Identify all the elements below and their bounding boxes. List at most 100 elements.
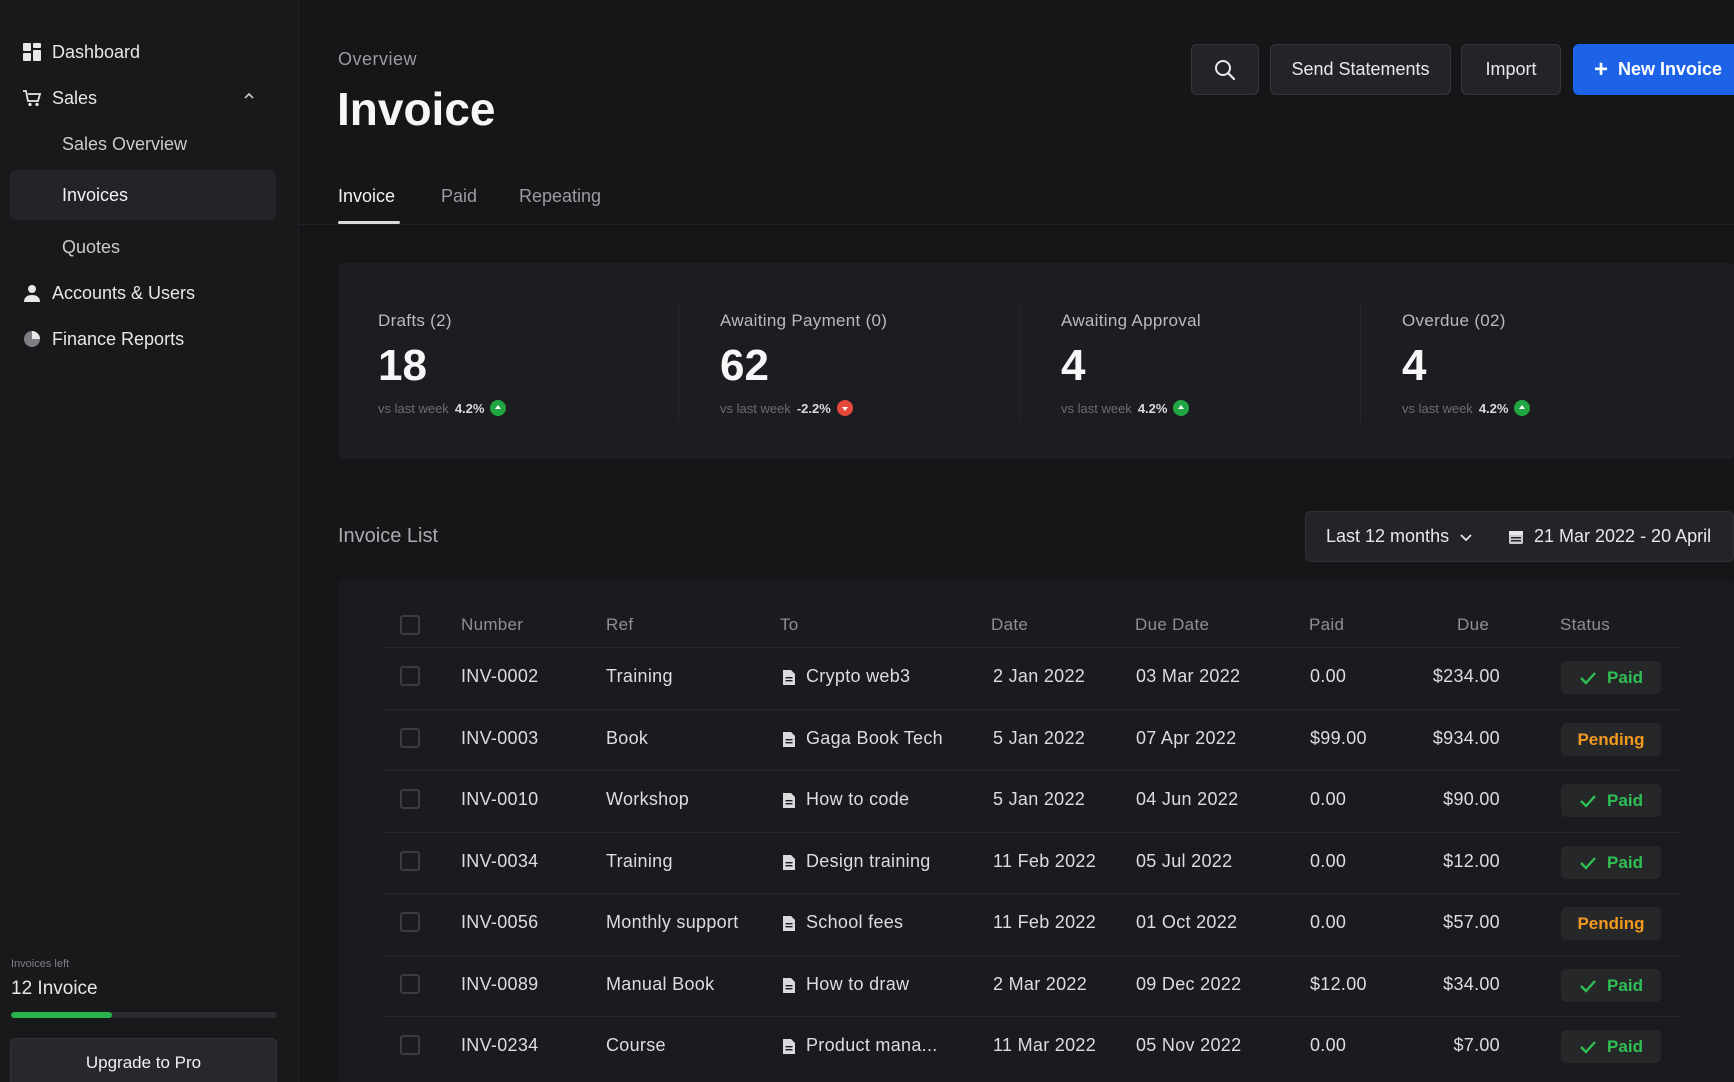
tab-repeating[interactable]: Repeating (519, 186, 601, 207)
status-badge: Paid (1561, 969, 1661, 1002)
invoice-number[interactable]: INV-0010 (461, 789, 538, 810)
search-button[interactable] (1191, 44, 1259, 95)
stat-trend-caption: vs last week (1061, 400, 1132, 416)
invoice-paid-amount: 0.00 (1310, 1035, 1347, 1055)
status-badge: Paid (1561, 784, 1661, 817)
new-invoice-button[interactable]: + New Invoice (1573, 44, 1734, 95)
import-button[interactable]: Import (1461, 44, 1561, 95)
invoice-due-date: 05 Jul 2022 (1136, 851, 1233, 871)
invoice-due-date: 03 Mar 2022 (1136, 666, 1241, 686)
check-icon (1580, 794, 1596, 808)
sidebar-item-label: Sales Overview (62, 133, 188, 154)
status-badge: Pending (1561, 907, 1661, 940)
sidebar-item-sales-overview[interactable]: Sales Overview (10, 119, 276, 169)
period-select[interactable]: Last 12 months (1326, 526, 1473, 547)
tab-paid[interactable]: Paid (441, 186, 477, 207)
sidebar-item-quotes[interactable]: Quotes (10, 222, 276, 272)
invoice-to-label: School fees (806, 912, 904, 932)
invoice-date: 2 Jan 2022 (993, 666, 1086, 686)
sidebar-item-label: Sales (52, 87, 98, 108)
invoice-number[interactable]: INV-0003 (461, 728, 538, 749)
trend-up-icon (490, 400, 507, 416)
invoice-due-date: 01 Oct 2022 (1136, 912, 1238, 932)
column-header-due-date[interactable]: Due Date (1135, 615, 1209, 635)
page-title: Invoice (337, 83, 496, 135)
status-badge-label: Paid (1607, 1036, 1643, 1056)
stat-value: 62 (720, 341, 769, 390)
row-checkbox[interactable] (400, 666, 420, 686)
invoice-ref: Course (606, 1035, 666, 1055)
plus-icon: + (1594, 55, 1609, 83)
trend-up-icon (1514, 400, 1531, 416)
invoice-due-amount: $57.00 (1443, 912, 1500, 932)
stat-trend: vs last week -2.2% (720, 400, 853, 416)
invoice-ref: Training (606, 666, 673, 686)
document-icon (783, 669, 795, 685)
send-statements-button[interactable]: Send Statements (1270, 44, 1451, 95)
sidebar-item-label: Quotes (62, 236, 121, 257)
column-header-status[interactable]: Status (1560, 615, 1610, 635)
sidebar-item-finance-reports[interactable]: Finance Reports (0, 316, 299, 362)
stat-trend: vs last week 4.2% (1402, 400, 1531, 416)
stat-trend-caption: vs last week (378, 400, 449, 416)
stat-label: Awaiting Payment (0) (720, 311, 888, 330)
stat-trend-caption: vs last week (1402, 400, 1473, 416)
new-invoice-label: New Invoice (1618, 59, 1723, 79)
column-header-paid[interactable]: Paid (1309, 615, 1344, 635)
row-checkbox[interactable] (400, 1035, 420, 1055)
row-checkbox[interactable] (400, 789, 420, 809)
column-header-ref[interactable]: Ref (606, 615, 633, 635)
invoice-number[interactable]: INV-0089 (461, 974, 538, 995)
trend-down-icon (836, 400, 853, 416)
column-header-date[interactable]: Date (991, 615, 1028, 635)
column-header-number[interactable]: Number (461, 615, 523, 635)
invoice-paid-amount: 0.00 (1310, 851, 1347, 871)
sidebar-item-label: Invoices (62, 184, 129, 205)
stat-divider (1019, 303, 1020, 423)
sidebar: Dashboard Sales Sales Overview Invoices … (0, 0, 299, 1082)
stat-value: 4 (1402, 341, 1427, 390)
stat-trend-percent: -2.2% (796, 400, 831, 416)
row-checkbox[interactable] (400, 851, 420, 871)
stat-trend-percent: 4.2% (454, 400, 485, 416)
stat-trend: vs last week 4.2% (1061, 400, 1190, 416)
invoice-number[interactable]: INV-0002 (461, 666, 538, 687)
status-badge: Paid (1561, 846, 1661, 879)
invoice-to: How to code (782, 789, 909, 810)
date-range-picker[interactable]: 21 Mar 2022 - 20 April (1508, 526, 1711, 547)
stats-panel: Drafts (2) 18 vs last week 4.2% Awaiting… (338, 263, 1734, 459)
sidebar-item-sales[interactable]: Sales (0, 75, 299, 121)
invoice-number[interactable]: INV-0056 (461, 912, 538, 933)
invoice-list-title: Invoice List (338, 525, 439, 547)
invoice-due-amount: $7.00 (1453, 1035, 1500, 1055)
sidebar-item-dashboard[interactable]: Dashboard (0, 29, 299, 75)
stat-value: 4 (1061, 341, 1086, 390)
sidebar-item-accounts-users[interactable]: Accounts & Users (0, 270, 299, 316)
sidebar-item-invoices[interactable]: Invoices (10, 170, 276, 220)
row-checkbox[interactable] (400, 728, 420, 748)
breadcrumb[interactable]: Overview (338, 49, 417, 70)
status-badge-label: Paid (1607, 852, 1643, 872)
invoice-ref: Book (606, 728, 649, 748)
stat-trend-percent: 4.2% (1137, 400, 1168, 416)
invoice-due-amount: $34.00 (1443, 974, 1500, 994)
invoice-date: 5 Jan 2022 (993, 728, 1086, 748)
invoice-number[interactable]: INV-0034 (461, 851, 538, 872)
column-header-due[interactable]: Due (1457, 615, 1489, 635)
row-checkbox[interactable] (400, 974, 420, 994)
invoice-paid-amount: 0.00 (1310, 666, 1347, 686)
row-checkbox[interactable] (400, 912, 420, 932)
invoice-paid-amount: 0.00 (1310, 912, 1347, 932)
status-badge-label: Paid (1607, 975, 1643, 995)
column-header-to[interactable]: To (780, 615, 799, 635)
invoice-number[interactable]: INV-0234 (461, 1035, 538, 1056)
tab-invoice[interactable]: Invoice (338, 186, 395, 207)
invoice-date: 11 Feb 2022 (993, 851, 1097, 871)
chevron-up-icon[interactable] (243, 90, 255, 102)
invoice-due-date: 04 Jun 2022 (1136, 789, 1239, 809)
upgrade-button[interactable]: Upgrade to Pro (10, 1038, 277, 1082)
select-all-checkbox[interactable] (400, 615, 420, 635)
document-icon (783, 977, 795, 993)
usage-caption: Invoices left (11, 958, 70, 970)
invoice-date: 11 Mar 2022 (993, 1035, 1097, 1055)
